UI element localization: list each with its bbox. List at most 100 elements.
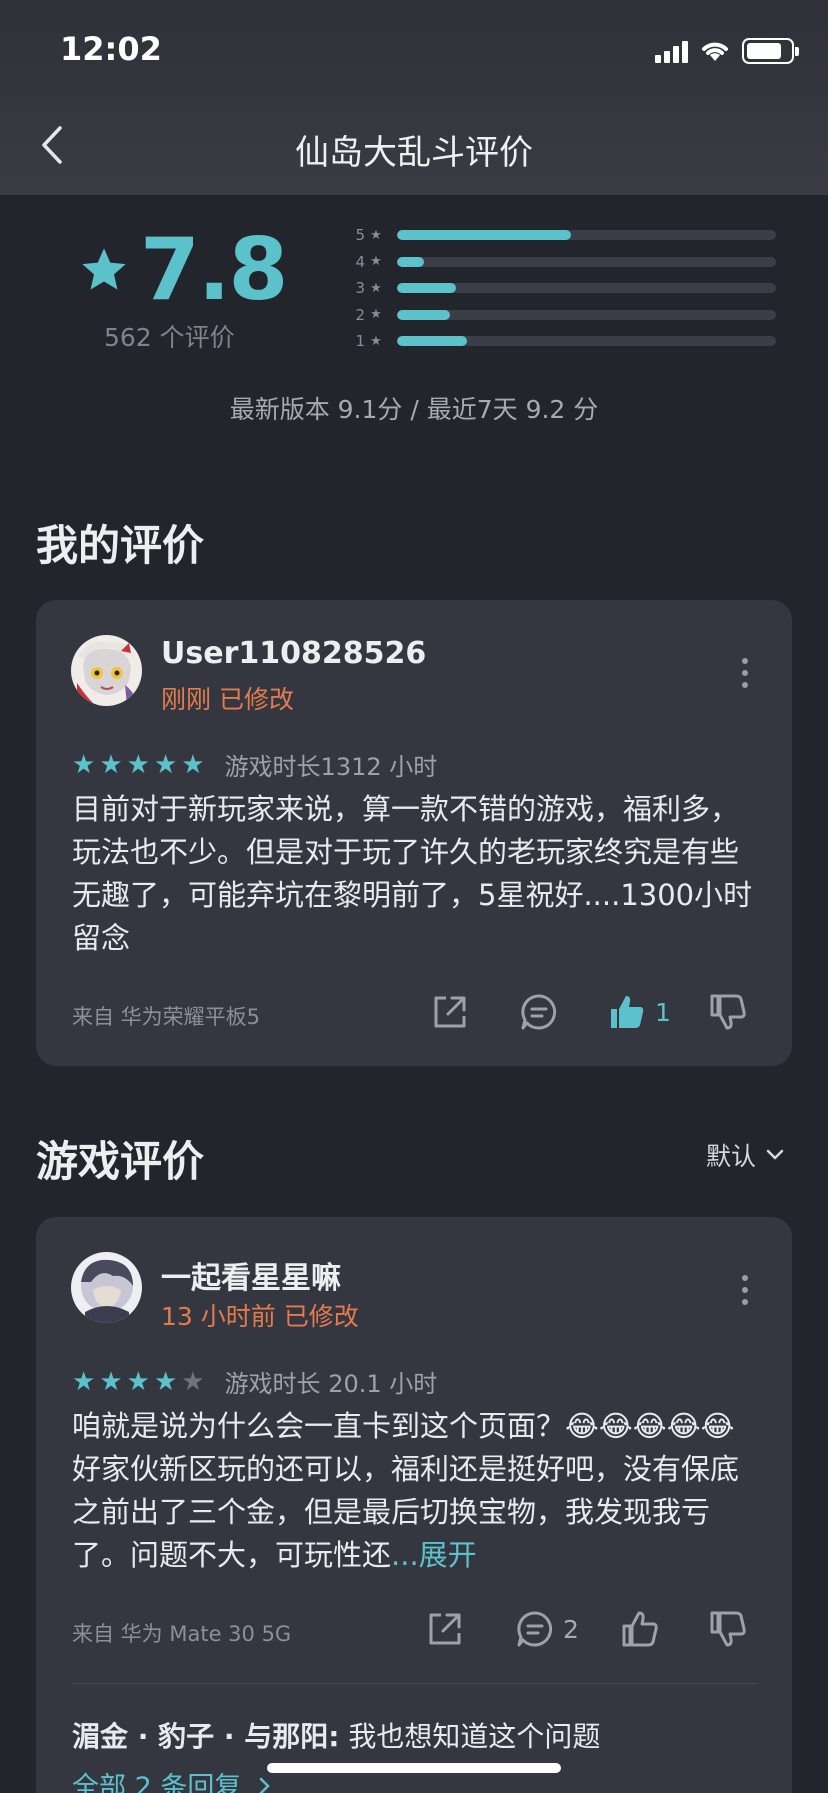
more-options-icon[interactable] [740, 658, 750, 688]
battery-icon [742, 38, 799, 64]
bar-fill [397, 283, 456, 294]
more-options-icon[interactable] [740, 1275, 750, 1305]
rating-distribution: 5 ★ 4 ★ 3 ★ 2 ★ 1 ★ [345, 222, 776, 355]
my-review-card: User110828526 刚刚 已修改 ★ ★ ★ ★ ★ 游戏时长1312 … [36, 600, 792, 1066]
rating-bar-row: 5 ★ [345, 222, 776, 249]
sort-dropdown[interactable]: 默认 [706, 1137, 784, 1173]
thumbs-down-icon [710, 1611, 746, 1647]
bar-fill [397, 256, 424, 267]
device-info: 来自 华为 Mate 30 5G [72, 1622, 292, 1646]
laughing-emoji: 😂 [598, 1409, 633, 1443]
star-icon: ★ [181, 749, 205, 780]
comment-icon [521, 994, 557, 1030]
avatar[interactable] [71, 635, 142, 706]
playtime: 游戏时长1312 小时 [224, 753, 438, 781]
bar-track [397, 336, 776, 347]
thumbs-up-filled-icon [611, 996, 644, 1028]
playtime: 游戏时长 20.1 小时 [224, 1370, 438, 1398]
reply-username[interactable]: 湄金 · 豹子 · 与那阳: [72, 1720, 339, 1753]
device-info: 来自 华为荣耀平板5 [72, 1005, 261, 1029]
bar-label: 4 [355, 252, 365, 271]
bar-track [397, 283, 776, 294]
overall-rating: 7.8 [78, 220, 288, 320]
rating-bar-row: 4 ★ [345, 249, 776, 276]
star-icon: ★ [153, 1366, 178, 1397]
thumbs-down-icon [710, 994, 746, 1030]
bar-track [397, 230, 776, 241]
laughing-emoji: 😂 [666, 1409, 701, 1443]
status-icons [655, 38, 799, 64]
all-replies-link[interactable]: 全部 2 条回复 [72, 1765, 272, 1793]
like-button[interactable]: 1 [607, 992, 671, 1032]
comment-button[interactable]: 2 [515, 1609, 579, 1649]
dislike-button[interactable] [708, 1609, 748, 1649]
star-icon: ★ [153, 749, 178, 780]
small-star-icon: ★ [370, 254, 382, 270]
top-bar: 12:02 仙岛大乱斗评价 [0, 0, 828, 195]
rating-count: 562 个评价 [104, 323, 235, 352]
rating-bar-row: 2 ★ [345, 302, 776, 329]
bar-fill [397, 336, 468, 347]
small-star-icon: ★ [370, 307, 382, 323]
comment-icon [517, 1611, 553, 1647]
expand-link[interactable]: ...展开 [391, 1538, 477, 1572]
share-button[interactable] [430, 992, 470, 1032]
rating-score: 7.8 [140, 220, 288, 320]
reply-preview: 湄金 · 豹子 · 与那阳: 我也想知道这个问题 [72, 1715, 600, 1755]
dislike-button[interactable] [708, 992, 748, 1032]
review-text-part: 咱就是说为什么会一直卡到这个页面？ [72, 1409, 566, 1443]
review-time: 13 小时前 已修改 [161, 1302, 359, 1331]
comment-count: 2 [563, 1614, 579, 1644]
avatar[interactable] [71, 1252, 142, 1323]
bar-track [397, 256, 776, 267]
rating-bar-row: 3 ★ [345, 275, 776, 302]
review-text: 咱就是说为什么会一直卡到这个页面？😂😂😂😂😂好家伙新区玩的还可以，福利还是挺好吧… [72, 1405, 762, 1577]
star-icon: ★ [72, 749, 96, 780]
rating-stars: ★ ★ ★ ★ ★ 游戏时长1312 小时 [72, 747, 437, 782]
review-time: 刚刚 已修改 [161, 685, 294, 714]
star-icon: ★ [99, 749, 123, 780]
star-icon: ★ [72, 1366, 96, 1397]
wifi-icon [702, 42, 728, 61]
small-star-icon: ★ [370, 227, 382, 243]
username[interactable]: User110828526 [161, 636, 426, 671]
share-icon [434, 996, 466, 1028]
share-button[interactable] [425, 1609, 465, 1649]
bar-label: 1 [355, 332, 365, 351]
laughing-emoji: 😂 [565, 1409, 599, 1443]
version-scores: 最新版本 9.1分 / 最近7天 9.2 分 [229, 395, 599, 424]
review-text: 目前对于新玩家来说，算一款不错的游戏，福利多，玩法也不少。但是对于玩了许久的老玩… [72, 792, 753, 955]
bar-fill [397, 230, 572, 241]
home-indicator [267, 1763, 561, 1773]
laughing-emoji: 😂 [700, 1409, 735, 1443]
star-icon [82, 248, 126, 290]
status-time: 12:02 [60, 30, 162, 68]
bar-label: 3 [355, 279, 365, 298]
sort-label: 默认 [705, 1142, 756, 1171]
laughing-emoji: 😂 [632, 1409, 667, 1443]
rating-bar-row: 1 ★ [345, 328, 776, 355]
game-reviews-heading: 游戏评价 [36, 1137, 205, 1186]
rating-stars: ★ ★ ★ ★ ★ 游戏时长 20.1 小时 [72, 1364, 437, 1399]
thumbs-up-icon [622, 1611, 658, 1647]
chevron-down-icon [766, 1149, 784, 1160]
bar-label: 5 [355, 226, 365, 245]
star-icon: ★ [126, 749, 150, 780]
star-empty-icon: ★ [181, 1366, 205, 1397]
star-icon: ★ [99, 1366, 123, 1397]
bar-label: 2 [355, 305, 365, 324]
page-title: 仙岛大乱斗评价 [295, 133, 533, 173]
star-icon: ★ [126, 1366, 150, 1397]
like-button[interactable] [620, 1609, 660, 1649]
my-review-heading: 我的评价 [36, 521, 205, 570]
chevron-right-icon [259, 1777, 270, 1793]
game-review-card: 一起看星星嘛 13 小时前 已修改 ★ ★ ★ ★ ★ 游戏时长 20.1 小时… [36, 1217, 792, 1793]
small-star-icon: ★ [370, 333, 382, 349]
comment-button[interactable] [519, 992, 559, 1032]
all-replies-label: 全部 2 条回复 [72, 1772, 242, 1793]
divider [72, 1683, 758, 1684]
share-icon [429, 1613, 461, 1645]
like-count: 1 [655, 997, 671, 1027]
username[interactable]: 一起看星星嘛 [161, 1253, 341, 1297]
bar-track [397, 309, 776, 320]
